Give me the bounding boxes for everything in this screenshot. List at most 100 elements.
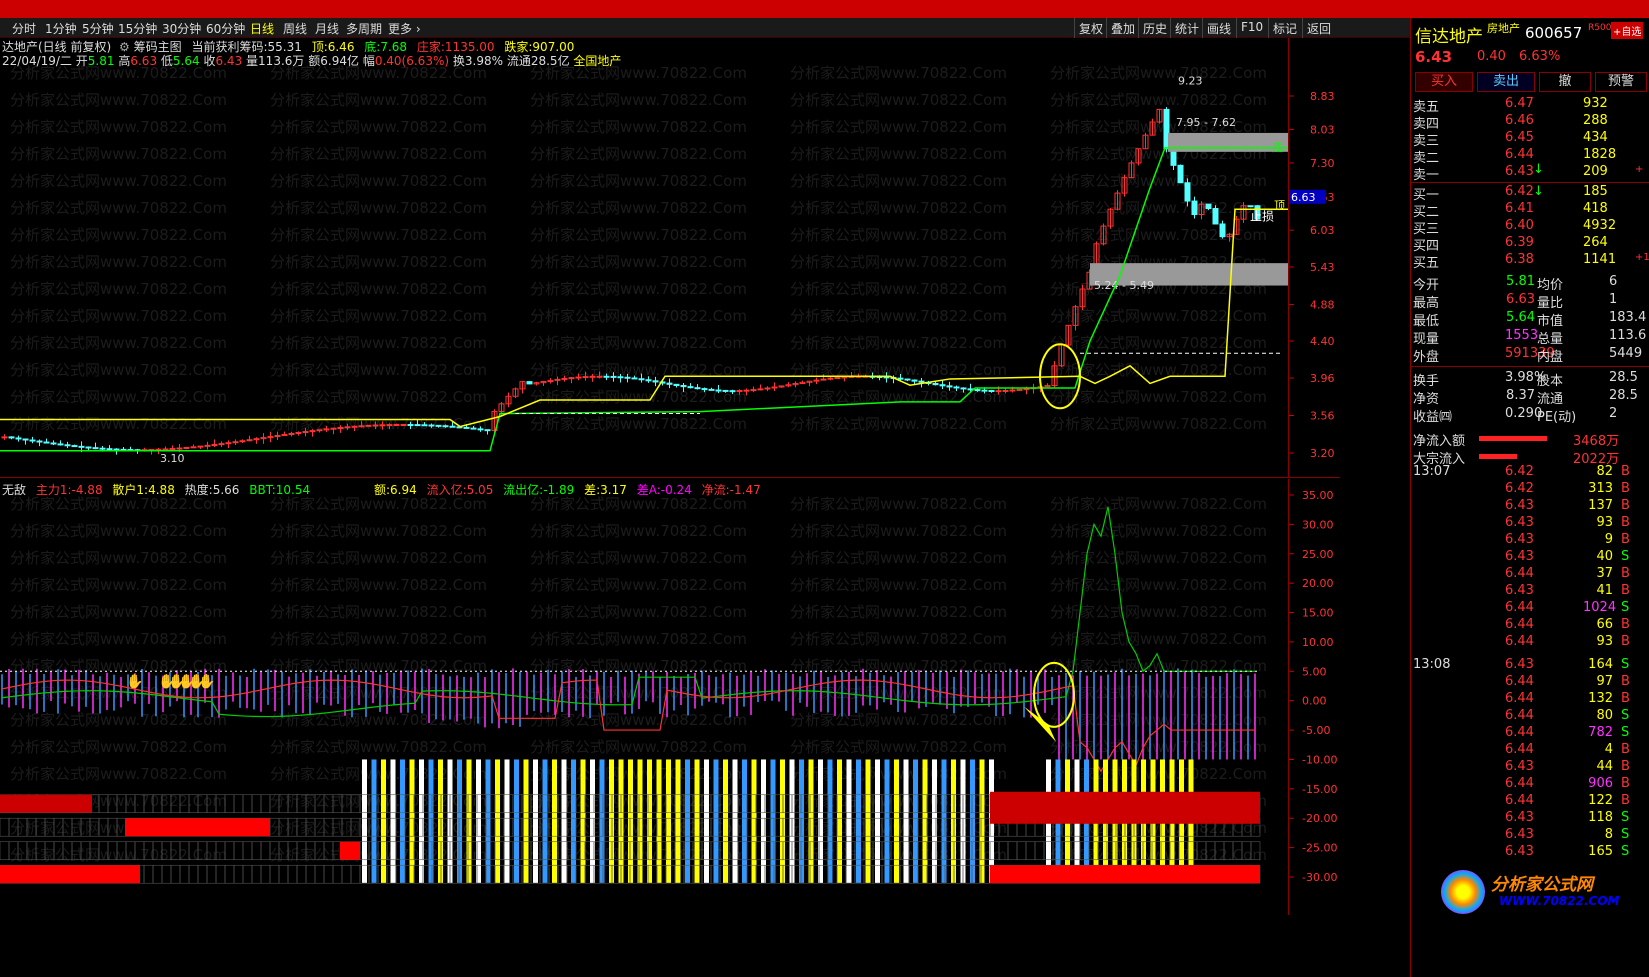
candle-body — [1009, 389, 1016, 392]
candle-body — [974, 389, 981, 392]
signal-bar — [846, 759, 852, 883]
period-tab-1[interactable]: 1分钟 — [45, 20, 77, 37]
period-tab-5[interactable]: 60分钟 — [206, 20, 245, 37]
watermark: 分析家公式网www.70822.Com — [530, 711, 747, 729]
band-bottom-label: 5.24 - 5.49 — [1094, 279, 1154, 292]
flow-value: 3468万 — [1573, 434, 1620, 449]
watermark: 分析家公式网www.70822.Com — [530, 226, 747, 244]
candle-body — [568, 377, 575, 380]
tick-price: 6.43 — [1505, 532, 1534, 547]
signal-bar — [428, 759, 434, 883]
period-tab-0[interactable]: 分时 — [12, 20, 36, 37]
alert-button[interactable]: 预警 — [1595, 72, 1647, 92]
candle-body — [764, 387, 771, 390]
indicator-chart[interactable]: 分析家公式网www.70822.Com 分析家公式网www.70822.Com 分析… — [0, 479, 1340, 915]
tick-row: 6.43 40 S — [1413, 549, 1649, 567]
order-row[interactable]: 买二 6.41 418 — [1413, 201, 1649, 220]
tick-volume: 80 — [1596, 708, 1613, 723]
candle-body — [57, 443, 64, 446]
candle-body — [449, 425, 456, 428]
tick-price: 6.43 — [1505, 498, 1534, 513]
period-tab-6[interactable]: 日线 — [250, 20, 274, 37]
tool-button-6[interactable]: 标记 — [1268, 18, 1301, 38]
watermark: 分析家公式网www.70822.Com — [1050, 495, 1267, 513]
signal-bar — [723, 759, 728, 883]
tool-button-1[interactable]: 叠加 — [1106, 18, 1139, 38]
grid-cell — [350, 864, 361, 884]
tick-side: B — [1621, 481, 1630, 496]
candle-body — [330, 427, 337, 430]
period-tab-7[interactable]: 周线 — [283, 20, 307, 37]
signal-bar — [457, 759, 462, 883]
sell-button[interactable]: 卖出 — [1477, 72, 1535, 92]
tool-button-5[interactable]: F10 — [1236, 18, 1267, 38]
price-change: 0.40 — [1477, 49, 1506, 64]
tool-button-3[interactable]: 统计 — [1170, 18, 1203, 38]
tick-side: B — [1621, 674, 1630, 689]
period-tab-10[interactable]: 更多 › — [388, 20, 421, 37]
period-tab-8[interactable]: 月线 — [315, 20, 339, 37]
order-extra: +1 — [1635, 252, 1649, 263]
period-tab-9[interactable]: 多周期 — [346, 20, 382, 37]
order-row[interactable]: 卖三 6.45 434 — [1413, 130, 1649, 149]
order-row[interactable]: 卖二 6.44 1828 — [1413, 147, 1649, 166]
sector-link[interactable]: 全国地产 — [573, 54, 621, 68]
ohlc-info-line: 22/04/19/二 开5.81 高6.63 低5.64 收6.43 量113.… — [2, 54, 622, 68]
signal-bar — [362, 759, 367, 883]
order-volume: 264 — [1583, 235, 1608, 250]
tool-button-4[interactable]: 画线 — [1202, 18, 1235, 38]
buy-button[interactable]: 买入 — [1415, 72, 1473, 92]
indicator-svg[interactable]: 分析家公式网www.70822.Com 分析家公式网www.70822.Com 分析… — [0, 479, 1340, 915]
order-row[interactable]: 卖一 6.43 209 + — [1413, 164, 1649, 183]
candle-body — [750, 389, 757, 392]
candle-body — [85, 446, 92, 449]
tool-button-7[interactable]: 返回 — [1302, 18, 1335, 38]
tick-row: 6.44 1024 S — [1413, 600, 1649, 618]
hand-icon: ✋ — [198, 673, 215, 690]
tick-price: 6.44 — [1505, 617, 1534, 632]
order-row[interactable]: 买一 6.42 185 — [1413, 184, 1649, 203]
stat-row: 最低 5.64 市值 183.4 — [1413, 310, 1649, 329]
tick-side: B — [1621, 583, 1630, 598]
order-price: 6.47 — [1505, 96, 1534, 111]
tool-button-0[interactable]: 复权 — [1074, 18, 1107, 38]
watermark: 分析家公式网www.70822.Com — [270, 334, 487, 352]
grid-cell — [161, 864, 172, 884]
order-row[interactable]: 买三 6.40 4932 — [1413, 218, 1649, 237]
candle-body — [470, 427, 477, 430]
watermark: 分析家公式网www.70822.Com — [530, 307, 747, 325]
candle-body — [645, 379, 652, 382]
order-row[interactable]: 买四 6.39 264 — [1413, 235, 1649, 254]
red-block — [990, 865, 1260, 884]
watermark: 分析家公式网www.70822.Com — [530, 280, 747, 298]
tick-time: 13:07 — [1413, 464, 1451, 479]
tick-volume: 9 — [1604, 532, 1613, 547]
main-chart[interactable]: 分析家公式网www.70822.Com 分析家公式网www.70822.Com 分析… — [0, 38, 1340, 478]
candlestick-chart[interactable]: 分析家公式网www.70822.Com 分析家公式网www.70822.Com 分析… — [0, 38, 1340, 478]
order-price: 6.40 — [1505, 218, 1534, 233]
watermark: 分析家公式网www.70822.Com — [10, 765, 227, 783]
stat-label: 最低 — [1413, 314, 1440, 329]
grid-cell — [188, 864, 199, 884]
order-row[interactable]: 买五 6.38 1141 +1 — [1413, 252, 1649, 271]
order-price: 6.41 — [1505, 201, 1534, 216]
period-tab-4[interactable]: 30分钟 — [162, 20, 201, 37]
stat-row: 今开 5.81 均价 6 — [1413, 274, 1649, 293]
add-favorite-button[interactable]: +自选 — [1611, 22, 1644, 39]
tick-list[interactable]: 13:07 6.42 82 B 6.42 313 B 6.43 137 B 6.43 93 B 6.43 9… — [1411, 464, 1649, 884]
watermark: 分析家公式网www.70822.Com — [270, 657, 487, 675]
watermark: 分析家公式网www.70822.Com — [530, 172, 747, 190]
period-tab-3[interactable]: 15分钟 — [118, 20, 157, 37]
watermark: 分析家公式网www.70822.Com — [530, 199, 747, 217]
cancel-order-button[interactable]: 撤 — [1539, 72, 1591, 92]
tool-button-2[interactable]: 历史 — [1138, 18, 1171, 38]
tick-volume: 41 — [1596, 583, 1613, 598]
watermark: 分析家公式网www.70822.Com — [10, 522, 227, 540]
order-row[interactable]: 卖五 6.47 932 — [1413, 96, 1649, 115]
logo-text: 分析家公式网 — [1491, 875, 1593, 895]
tick-volume: 313 — [1588, 481, 1613, 496]
grid-cell — [0, 841, 10, 861]
period-tab-2[interactable]: 5分钟 — [82, 20, 114, 37]
order-row[interactable]: 卖四 6.46 288 — [1413, 113, 1649, 132]
candle-body — [435, 424, 442, 427]
